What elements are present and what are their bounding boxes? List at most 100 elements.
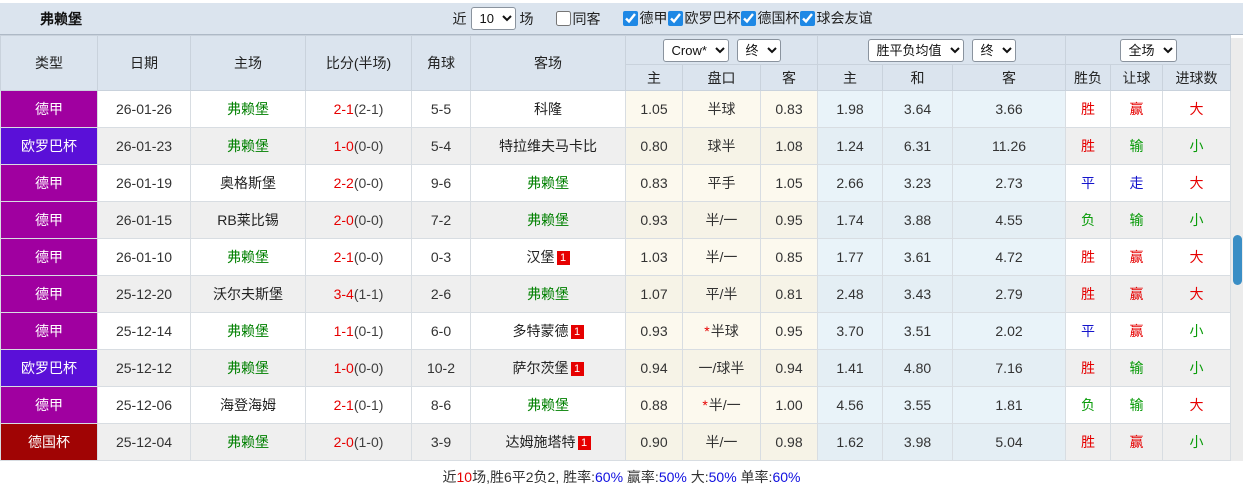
goals-result-cell: 小 (1162, 423, 1232, 461)
home-team-link[interactable]: 弗赖堡 (227, 138, 269, 154)
goals-result-cell: 小 (1162, 349, 1232, 387)
bookmaker-state-select[interactable]: 终 (736, 38, 781, 62)
league-cell: 德甲 (0, 201, 98, 239)
score-cell: 1-0(0-0) (305, 127, 412, 165)
date-cell: 25-12-14 (97, 312, 191, 350)
competition-checkbox[interactable]: 欧罗巴杯 (667, 8, 741, 28)
away-team-cell: 多特蒙德 1 (470, 312, 626, 350)
col-header-corners: 角球 (411, 35, 471, 91)
handicap-away-odds-cell: 0.95 (759, 201, 819, 239)
away-team-link[interactable]: 科隆 (534, 101, 562, 117)
table-row: 德甲 26-01-26 弗赖堡 2-1(2-1) 5-5 科隆 1.05 半球 0.83 1.98… (0, 90, 1232, 128)
home-team-cell: 弗赖堡 (190, 90, 306, 128)
handicap-line-cell: 平/半 (682, 275, 761, 313)
home-team-link[interactable]: 弗赖堡 (227, 101, 269, 117)
footer-segment: 60% (595, 469, 624, 485)
avg-home-odds-cell: 1.98 (817, 90, 884, 128)
col-header-type: 类型 (0, 35, 98, 91)
avg-away-odds-cell: 2.02 (952, 312, 1067, 350)
competition-checkbox[interactable]: 德国杯 (740, 8, 800, 28)
col-header-handicap-home: 主 (625, 64, 683, 91)
avg-draw-odds-cell: 3.23 (882, 164, 954, 202)
avg-home-odds-cell: 2.66 (817, 164, 884, 202)
away-team-link[interactable]: 多特蒙德 (513, 323, 569, 339)
competition-checkbox[interactable]: 德甲 (622, 8, 668, 28)
handicap-result-cell: 赢 (1110, 423, 1164, 461)
handicap-result-cell: 赢 (1110, 238, 1164, 276)
away-team-link[interactable]: 萨尔茨堡 (513, 360, 569, 376)
avg-type-select[interactable]: 胜平负均值 (867, 38, 964, 62)
home-team-cell: 弗赖堡 (190, 349, 306, 387)
away-team-link[interactable]: 汉堡 (527, 249, 555, 265)
goals-result-cell: 小 (1162, 201, 1232, 239)
col-header-score: 比分(半场) (305, 35, 412, 91)
away-team-link[interactable]: 达姆施塔特 (506, 434, 576, 450)
corners-cell: 5-4 (411, 127, 471, 165)
scope-select-group: 全场 (1065, 35, 1232, 65)
away-team-cell: 特拉维夫马卡比 (470, 127, 626, 165)
scrollbar-track[interactable] (1231, 38, 1243, 461)
footer-segment: 近 (442, 469, 457, 485)
avg-draw-odds-cell: 4.80 (882, 349, 954, 387)
wdl-result-cell: 胜 (1065, 349, 1112, 387)
handicap-line-cell: 平手 (682, 164, 761, 202)
bookmaker-select[interactable]: Crow* (662, 38, 729, 62)
recent-count-select[interactable]: 10 (470, 7, 516, 30)
home-team-link[interactable]: RB莱比锡 (217, 212, 278, 228)
away-team-link[interactable]: 弗赖堡 (527, 286, 569, 302)
handicap-result-cell: 输 (1110, 349, 1164, 387)
col-header-avg-away: 客 (952, 64, 1067, 91)
home-team-cell: RB莱比锡 (190, 201, 306, 239)
handicap-away-odds-cell: 0.98 (759, 423, 819, 461)
handicap-result-cell: 走 (1110, 164, 1164, 202)
away-team-link[interactable]: 弗赖堡 (527, 397, 569, 413)
competition-checkbox-input[interactable] (622, 10, 638, 26)
handicap-away-odds-cell: 0.95 (759, 312, 819, 350)
corners-cell: 8-6 (411, 386, 471, 424)
competition-checkbox-input[interactable] (740, 10, 756, 26)
score-cell: 2-0(0-0) (305, 201, 412, 239)
away-team-link[interactable]: 特拉维夫马卡比 (499, 138, 597, 154)
corners-cell: 5-5 (411, 90, 471, 128)
scrollbar-thumb[interactable] (1233, 235, 1242, 285)
avg-home-odds-cell: 1.24 (817, 127, 884, 165)
handicap-result-cell: 输 (1110, 127, 1164, 165)
home-team-link[interactable]: 弗赖堡 (227, 249, 269, 265)
avg-state-select[interactable]: 终 (971, 38, 1016, 62)
competition-checkbox-input[interactable] (799, 10, 815, 26)
same-venue-checkbox[interactable]: 同客 (555, 9, 601, 29)
handicap-line-cell: *半/一 (682, 386, 761, 424)
handicap-line-cell: 半球 (682, 90, 761, 128)
home-team-link[interactable]: 弗赖堡 (227, 434, 269, 450)
table-row: 德甲 26-01-19 奥格斯堡 2-2(0-0) 9-6 弗赖堡 0.83 平手 1.05 2.… (0, 164, 1232, 202)
handicap-home-odds-cell: 0.80 (625, 127, 683, 165)
half-time-score: (0-0) (353, 249, 384, 265)
competition-checkbox-input[interactable] (667, 10, 683, 26)
handicap-line-text: 一/球半 (698, 360, 745, 376)
handicap-away-odds-cell: 0.85 (759, 238, 819, 276)
league-cell: 德甲 (0, 164, 98, 202)
col-header-goals: 进球数 (1162, 64, 1232, 91)
footer-segment: 50% (708, 469, 737, 485)
avg-away-odds-cell: 1.81 (952, 386, 1067, 424)
wdl-result-cell: 胜 (1065, 127, 1112, 165)
away-team-cell: 弗赖堡 (470, 386, 626, 424)
same-venue-checkbox-input[interactable] (555, 11, 571, 26)
stats-table: 类型 日期 主场 比分(半场) 角球 客场 Crow* 终 胜平负均值 终 全场… (0, 35, 1232, 461)
home-team-link[interactable]: 沃尔夫斯堡 (213, 286, 283, 302)
avg-away-odds-cell: 5.04 (952, 423, 1067, 461)
home-team-link[interactable]: 奥格斯堡 (220, 175, 276, 191)
scope-select[interactable]: 全场 (1119, 38, 1177, 62)
home-team-link[interactable]: 海登海姆 (220, 397, 276, 413)
home-team-link[interactable]: 弗赖堡 (227, 360, 269, 376)
away-team-link[interactable]: 弗赖堡 (527, 212, 569, 228)
league-cell: 德甲 (0, 90, 98, 128)
score-cell: 1-1(0-1) (305, 312, 412, 350)
match-rows: 德甲 26-01-26 弗赖堡 2-1(2-1) 5-5 科隆 1.05 半球 0.83 1.98… (0, 90, 1232, 461)
competition-checkbox[interactable]: 球会友谊 (799, 8, 873, 28)
half-time-score: (0-0) (353, 175, 384, 191)
footer-segment: 赢率: (623, 469, 659, 485)
away-team-link[interactable]: 弗赖堡 (527, 175, 569, 191)
home-team-link[interactable]: 弗赖堡 (227, 323, 269, 339)
league-cell: 欧罗巴杯 (0, 127, 98, 165)
